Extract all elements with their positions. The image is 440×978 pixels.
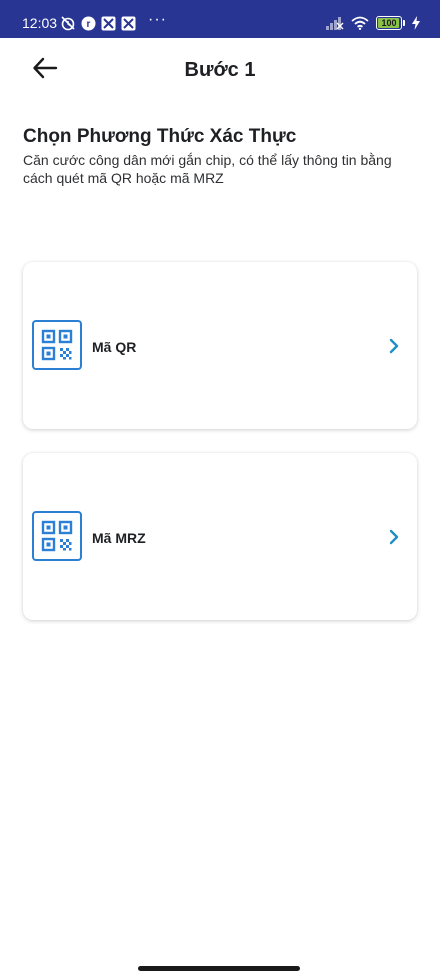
app-icon-2 <box>121 16 136 31</box>
status-overflow-icon: ··· <box>148 11 167 28</box>
option-label-qr: Mã QR <box>92 339 137 355</box>
battery-tip <box>403 20 405 26</box>
status-right-icons: 100 <box>326 13 420 33</box>
battery-level: 100 <box>381 18 397 28</box>
battery-icon: 100 <box>376 16 405 30</box>
section-description: Căn cước công dân mới gắn chip, có thể l… <box>23 152 392 186</box>
section-title: Chọn Phương Thức Xác Thực <box>23 126 297 147</box>
app-header: Bước 1 <box>0 38 440 102</box>
chevron-right-icon <box>387 337 401 355</box>
status-time: 12:03 <box>22 15 58 31</box>
option-card-mrz[interactable]: Mã MRZ <box>23 453 417 620</box>
battery: 100 <box>376 16 402 30</box>
svg-text:r: r <box>87 19 91 30</box>
option-card-qr[interactable]: Mã QR <box>23 262 417 429</box>
charging-icon <box>412 16 420 30</box>
status-bar: 12:03 r ··· 100 <box>0 0 440 38</box>
alarm-off-icon <box>60 15 76 31</box>
status-left-icons: r <box>60 14 136 32</box>
option-label-mrz: Mã MRZ <box>92 530 146 546</box>
qr-code-icon <box>32 320 82 370</box>
notification-r-icon: r <box>81 16 96 31</box>
signal-icon <box>326 16 344 30</box>
app-icon-1 <box>101 16 116 31</box>
page-title: Bước 1 <box>184 59 256 81</box>
wifi-icon <box>351 16 369 30</box>
home-indicator[interactable] <box>138 966 300 971</box>
chevron-right-icon <box>387 528 401 546</box>
qr-code-icon <box>32 511 82 561</box>
